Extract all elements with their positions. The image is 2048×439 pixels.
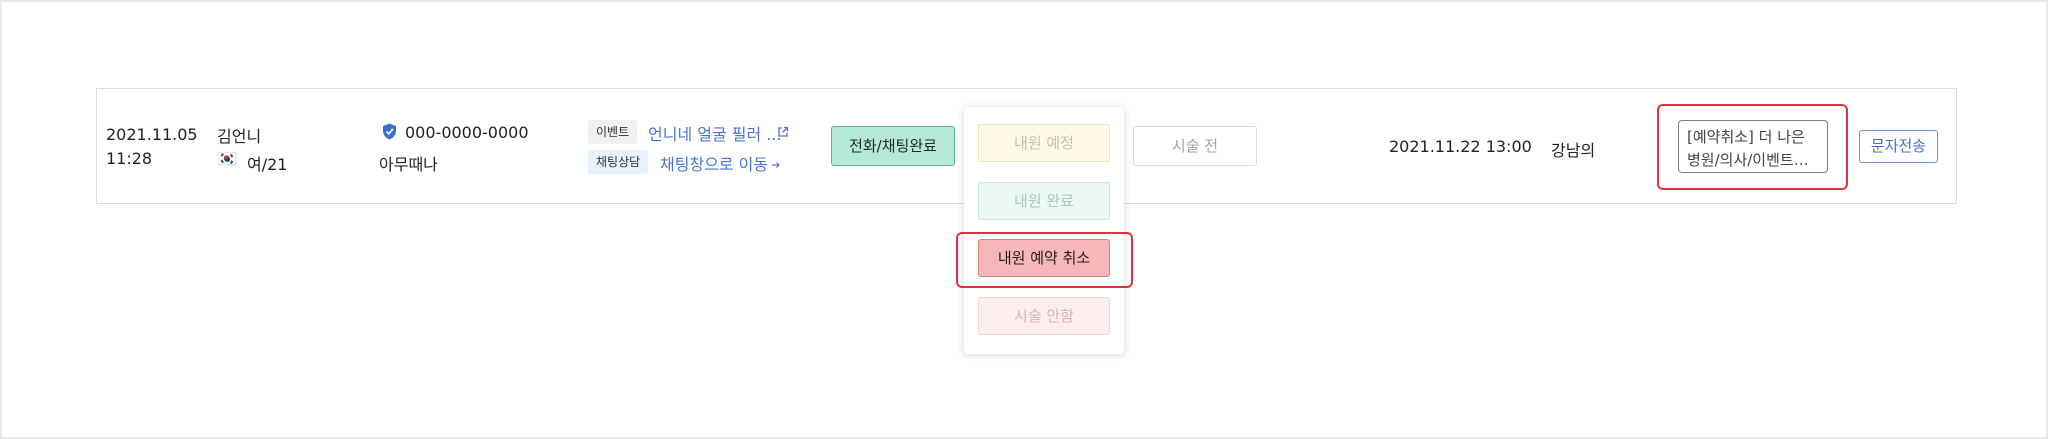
reservation-datetime: 2021.11.22 13:00 (1389, 137, 1532, 156)
korea-flag-icon: 🇰🇷 (217, 149, 237, 168)
visit-status-dropdown: 내원 예정 내원 완료 내원 예약 취소 시술 안함 (964, 107, 1124, 354)
customer-gender-age: 여/21 (247, 155, 288, 174)
contact-time-pref: 아무때나 (379, 155, 438, 174)
dropdown-item-visit-complete[interactable]: 내원 완료 (978, 182, 1110, 220)
source-tag: 이벤트 (588, 120, 638, 144)
arrow-right-icon[interactable] (771, 155, 781, 168)
shield-icon (382, 123, 397, 140)
call-chat-complete-button[interactable]: 전화/채팅완료 (831, 126, 955, 166)
dropdown-item-visit-scheduled[interactable]: 내원 예정 (978, 124, 1110, 162)
channel-tag: 채팅상담 (588, 150, 649, 174)
customer-name: 김언니 (217, 127, 262, 146)
source-link[interactable]: 언니네 얼굴 필러 ... (648, 121, 782, 145)
created-time: 11:28 (106, 149, 153, 168)
created-date: 2021.11.05 (106, 125, 198, 144)
page-frame: 2021.11.05 11:28 김언니 🇰🇷 여/21 000-0000-00… (2, 2, 2046, 437)
cancel-highlight (956, 232, 1133, 288)
external-link-icon[interactable] (777, 123, 789, 137)
dropdown-item-no-treatment[interactable]: 시술 안함 (978, 297, 1110, 335)
treatment-status-button[interactable]: 시술 전 (1133, 126, 1257, 166)
chat-link[interactable]: 채팅창으로 이동 (660, 151, 768, 175)
doctor-name: 강남의 (1551, 141, 1596, 160)
phone-number: 000-0000-0000 (405, 123, 529, 142)
memo-field[interactable]: [예약취소] 더 나은 병원/의사/이벤트… (1678, 120, 1828, 173)
send-sms-button[interactable]: 문자전송 (1859, 130, 1938, 163)
